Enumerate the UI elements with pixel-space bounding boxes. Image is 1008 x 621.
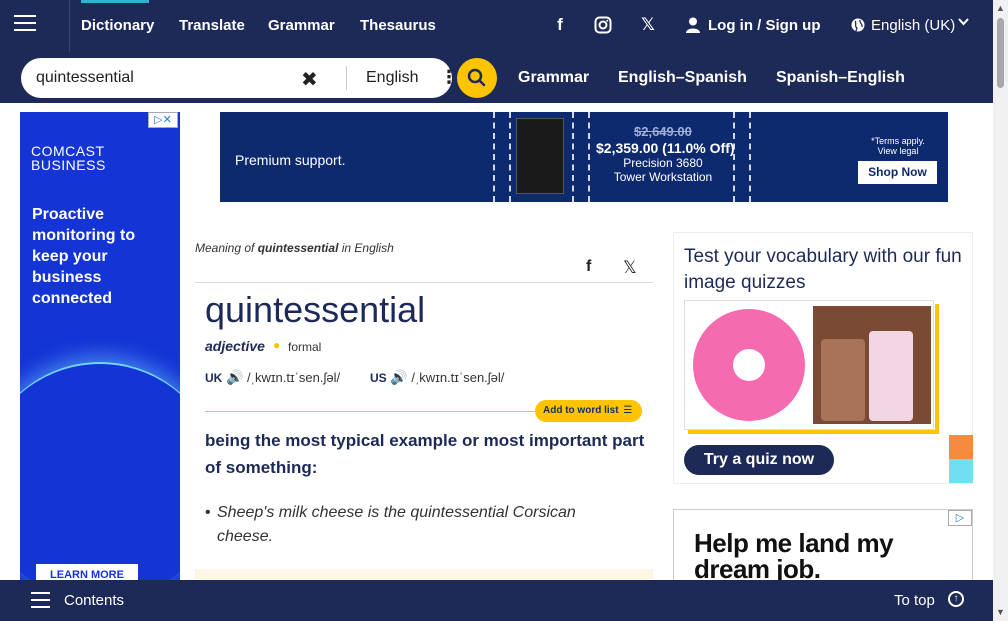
scrollbar-thumb[interactable] bbox=[997, 18, 1004, 88]
uk-pronunciation: UK 🔊 /ˌkwɪn.tɪˈsen.ʃəl/ bbox=[205, 369, 341, 385]
ad-decoration bbox=[20, 362, 180, 582]
ad-brand: COMCAST BUSINESS bbox=[31, 143, 106, 173]
speaker-icon[interactable]: 🔊 bbox=[226, 369, 243, 385]
contents-button[interactable]: Contents bbox=[64, 592, 124, 609]
ad-carousel-pager[interactable] bbox=[608, 196, 723, 202]
chevron-down-icon[interactable] bbox=[958, 15, 969, 29]
ad-product-name: Precision 3680 Tower Workstation bbox=[613, 156, 713, 184]
right-ad-headline: Help me land my dream job. bbox=[694, 528, 894, 584]
donut-image bbox=[693, 309, 805, 421]
quiz-promo: Test your vocabulary with our fun image … bbox=[673, 232, 973, 484]
sublink-spanish-english[interactable]: Spanish–English bbox=[776, 69, 905, 87]
top-nav: Dictionary Translate Grammar Thesaurus f… bbox=[0, 0, 993, 52]
share-x-icon[interactable]: 𝕏 bbox=[623, 258, 637, 278]
facebook-icon[interactable]: f bbox=[549, 14, 571, 36]
nav-translate[interactable]: Translate bbox=[179, 17, 245, 34]
scroll-down-icon[interactable]: ▼ bbox=[996, 607, 1005, 617]
globe-icon bbox=[851, 18, 865, 37]
left-ad[interactable]: ▷✕ COMCAST BUSINESS Proactive monitoring… bbox=[20, 112, 180, 582]
divider bbox=[195, 282, 653, 283]
us-pronunciation: US 🔊 /ˌkwɪn.tɪˈsen.ʃəl/ bbox=[370, 369, 505, 385]
ad-divider bbox=[588, 112, 590, 202]
right-ad[interactable]: ▷ Help me land my dream job. bbox=[673, 509, 973, 584]
chocolate-shake bbox=[821, 339, 865, 421]
list-icon: ☰ bbox=[623, 405, 633, 416]
menu-icon[interactable] bbox=[14, 15, 36, 33]
active-tab-indicator bbox=[81, 0, 149, 3]
try-quiz-button[interactable]: Try a quiz now bbox=[684, 445, 834, 475]
part-of-speech: adjective bbox=[205, 338, 265, 354]
dictionary-entry: Meaning of quintessential in English f 𝕏… bbox=[195, 232, 653, 583]
quiz-title[interactable]: Test your vocabulary with our fun image … bbox=[684, 244, 964, 296]
quiz-image[interactable] bbox=[684, 300, 934, 430]
user-icon bbox=[686, 17, 700, 38]
arrow-up-icon[interactable]: ↑ bbox=[948, 591, 964, 607]
register-label: formal bbox=[288, 340, 322, 354]
ad-new-price: $2,359.00 (11.0% Off) bbox=[596, 140, 735, 156]
add-to-word-list-button[interactable]: Add to word list ☰ bbox=[535, 400, 642, 422]
search-input[interactable]: quintessential bbox=[36, 69, 134, 87]
scroll-up-icon[interactable]: ▲ bbox=[996, 3, 1005, 13]
banner-ad-text: Premium support. bbox=[235, 152, 346, 168]
adchoices-icon[interactable]: ▷ bbox=[948, 510, 972, 526]
ad-old-price: $2,649.00 bbox=[634, 124, 692, 139]
example-sentence: • Sheep's milk cheese is the quintessent… bbox=[205, 504, 576, 545]
product-image bbox=[516, 118, 564, 194]
clear-icon[interactable]: ✖ bbox=[301, 67, 318, 92]
sublink-grammar[interactable]: Grammar bbox=[518, 69, 589, 87]
more-options-icon[interactable]: ⋮ bbox=[440, 67, 458, 88]
search-button[interactable] bbox=[457, 58, 497, 98]
to-top-button[interactable]: To top bbox=[894, 592, 935, 609]
decor-square bbox=[949, 459, 973, 483]
ad-divider bbox=[493, 112, 495, 202]
contents-menu-icon[interactable] bbox=[31, 592, 50, 608]
meaning-of-line: Meaning of quintessential in English bbox=[195, 241, 394, 255]
strawberry-shake bbox=[869, 331, 913, 421]
nav-grammar[interactable]: Grammar bbox=[268, 17, 335, 34]
search-icon bbox=[467, 68, 486, 87]
ad-divider bbox=[509, 112, 511, 202]
x-twitter-icon[interactable]: 𝕏 bbox=[637, 14, 659, 36]
share-facebook-icon[interactable]: f bbox=[586, 258, 591, 276]
bullet-dot: ● bbox=[273, 338, 281, 352]
decor-square bbox=[949, 435, 973, 459]
shop-now-button[interactable]: Shop Now bbox=[858, 161, 937, 184]
word-list-rule bbox=[205, 411, 545, 412]
adchoices-icon[interactable]: ▷✕ bbox=[148, 112, 178, 128]
speaker-icon[interactable]: 🔊 bbox=[390, 369, 407, 385]
definition: being the most typical example or most i… bbox=[205, 431, 645, 477]
ad-headline: Proactive monitoring to keep your busine… bbox=[32, 206, 136, 307]
search-language-select[interactable]: English bbox=[366, 69, 418, 87]
instagram-icon[interactable] bbox=[592, 14, 614, 36]
login-signup-link[interactable]: Log in / Sign up bbox=[708, 17, 820, 34]
search-divider bbox=[346, 66, 347, 90]
banner-ad[interactable]: Premium support. $2,649.00 $2,359.00 (11… bbox=[220, 112, 948, 202]
search-bar-row: quintessential ✖ English ⋮ Grammar Engli… bbox=[0, 52, 993, 103]
bottom-bar: Contents To top ↑ bbox=[0, 580, 993, 621]
scrollbar[interactable]: ▲ ▼ bbox=[993, 0, 1008, 621]
ad-terms[interactable]: *Terms apply. View legal bbox=[868, 136, 928, 156]
ad-divider bbox=[749, 112, 751, 202]
ad-divider bbox=[733, 112, 735, 202]
nav-thesaurus[interactable]: Thesaurus bbox=[360, 17, 436, 34]
ad-divider bbox=[572, 112, 574, 202]
language-selector[interactable]: English (UK) bbox=[871, 17, 955, 34]
search-box[interactable]: quintessential ✖ English ⋮ bbox=[21, 58, 458, 98]
sublink-english-spanish[interactable]: English–Spanish bbox=[618, 69, 747, 87]
nav-divider bbox=[69, 0, 70, 52]
headword: quintessential bbox=[205, 289, 426, 330]
nav-dictionary[interactable]: Dictionary bbox=[81, 17, 154, 34]
